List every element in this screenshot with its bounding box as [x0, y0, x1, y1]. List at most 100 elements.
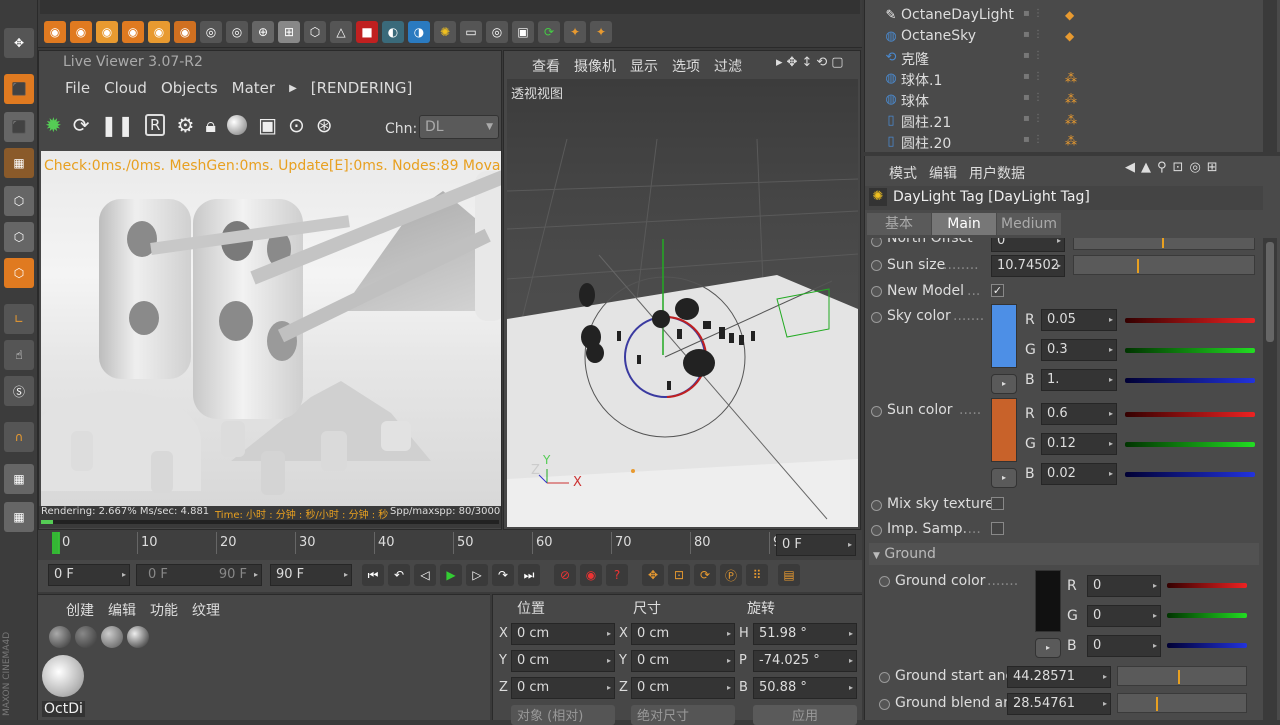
ground-color-expand-button[interactable]: ▸ — [1035, 638, 1061, 658]
pan-icon[interactable]: ✥ — [787, 55, 798, 70]
chn-select[interactable]: DL ▼ — [419, 115, 499, 139]
visibility-dots[interactable]: ▪ ⋮ — [1023, 29, 1053, 45]
object-row[interactable]: ✎ OctaneDayLight ▪ ⋮ ◆ — [869, 6, 1265, 27]
pos-y-field[interactable]: 0 cm — [511, 650, 615, 672]
target-icon[interactable]: ◎ — [486, 21, 508, 43]
back-arrow-icon[interactable]: ◀ — [1125, 160, 1135, 175]
visibility-dots[interactable]: ▪ ⋮ — [1023, 92, 1053, 108]
timeline-ruler[interactable]: 0102030405060708090 — [50, 532, 790, 556]
lock-attr-icon[interactable]: ⊡ — [1173, 160, 1184, 175]
imp-samp-checkbox[interactable] — [991, 522, 1004, 535]
mat-menu-create[interactable]: 创建 — [66, 600, 94, 620]
sky-color-swatch[interactable] — [991, 304, 1017, 368]
apply-button[interactable]: 应用 — [753, 705, 857, 725]
tab-medium[interactable]: Medium — [997, 213, 1061, 235]
record-key-icon[interactable]: ⊘ — [554, 564, 576, 586]
mix-sky-anim-dot[interactable] — [871, 500, 882, 511]
sphere-wire-icon[interactable]: ◎ — [200, 21, 222, 43]
tab-main[interactable]: Main — [932, 213, 996, 235]
sky-color-anim-dot[interactable] — [871, 312, 882, 323]
new-panel-icon[interactable]: ⊞ — [1207, 160, 1218, 175]
sky-b-bar[interactable] — [1125, 378, 1255, 383]
sky-g-field[interactable]: 0.3 — [1041, 339, 1117, 361]
prev-key-icon[interactable]: ↶ — [388, 564, 410, 586]
more-arrow-icon[interactable]: ▸ — [776, 55, 783, 70]
render-picture-icon[interactable]: ◉ — [148, 21, 170, 43]
ground-blend-field[interactable]: 28.54761 — [1007, 693, 1111, 715]
size-x-field[interactable]: 0 cm — [631, 623, 735, 645]
sun-r-bar[interactable] — [1125, 412, 1255, 417]
tag-icon[interactable]: ◆ — [1065, 8, 1074, 22]
region-render-icon[interactable]: R — [145, 114, 166, 136]
menu-mater[interactable]: Mater — [232, 79, 275, 97]
object-row[interactable]: ▯ 圆柱.21 ▪ ⋮ ⁂ — [869, 111, 1265, 132]
attr-menu-userdata[interactable]: 用户数据 — [969, 163, 1025, 183]
grid-icon[interactable]: ⊞ — [278, 21, 300, 43]
ground-b-bar[interactable] — [1167, 643, 1247, 648]
points-mode-icon[interactable]: ⬡ — [4, 186, 34, 216]
size-mode-select[interactable]: 绝对尺寸 — [631, 705, 735, 725]
pla-key-icon[interactable]: ⠿ — [746, 564, 768, 586]
maximize-view-icon[interactable]: ▢ — [831, 55, 843, 70]
rot-b-field[interactable]: 50.88 ° — [753, 677, 857, 699]
filter-mat-icon[interactable] — [101, 626, 123, 648]
globe-icon[interactable]: ◎ — [226, 21, 248, 43]
object-row[interactable]: ◍ 球体.1 ▪ ⋮ ⁂ — [869, 69, 1265, 90]
sun-size-anim-dot[interactable] — [871, 260, 882, 271]
keyframe-help-icon[interactable]: ? — [606, 564, 628, 586]
sky-r-field[interactable]: 0.05 — [1041, 309, 1117, 331]
sun-g-field[interactable]: 0.12 — [1041, 433, 1117, 455]
tab-basic[interactable]: 基本 — [867, 213, 931, 235]
sky-color-expand-button[interactable]: ▸ — [991, 374, 1017, 394]
ground-r-bar[interactable] — [1167, 583, 1247, 588]
mix-sky-checkbox[interactable] — [991, 497, 1004, 510]
filter-tex-icon[interactable] — [75, 626, 97, 648]
viewport-menu-display[interactable]: 显示 — [630, 56, 658, 76]
ground-b-field[interactable]: 0 — [1087, 635, 1161, 657]
sky-g-bar[interactable] — [1125, 348, 1255, 353]
lock-icon[interactable]: 🔒︎ — [205, 113, 216, 137]
ground-blend-anim-dot[interactable] — [879, 699, 890, 710]
sky-b-field[interactable]: 1. — [1041, 369, 1117, 391]
attr-menu-edit[interactable]: 编辑 — [929, 163, 957, 183]
edges-mode-icon[interactable]: ⬡ — [4, 222, 34, 252]
scale-key-icon[interactable]: ⊡ — [668, 564, 690, 586]
pick-material-icon[interactable]: ⊛ — [316, 113, 333, 137]
ground-start-anim-dot[interactable] — [879, 672, 890, 683]
attr-menu-mode[interactable]: 模式 — [889, 163, 917, 183]
tag-icon[interactable]: ⁂ — [1065, 134, 1077, 148]
menu-cloud[interactable]: Cloud — [104, 79, 147, 97]
render-view-icon[interactable]: ◉ — [96, 21, 118, 43]
mat-menu-edit[interactable]: 编辑 — [108, 600, 136, 620]
menu-objects[interactable]: Objects — [161, 79, 218, 97]
next-key-icon[interactable]: ↷ — [492, 564, 514, 586]
param-key-icon[interactable]: Ⓟ — [720, 564, 742, 586]
workplane-icon[interactable]: ▦ — [4, 148, 34, 178]
rot-h-field[interactable]: 51.98 ° — [753, 623, 857, 645]
rotate-view-icon[interactable]: ⟲ — [816, 55, 827, 70]
attr-scrollbar[interactable] — [1263, 238, 1277, 720]
half-circle-icon[interactable]: ◐ — [382, 21, 404, 43]
undo-icon[interactable]: ◉ — [44, 21, 66, 43]
visibility-dots[interactable]: ▪ ⋮ — [1023, 8, 1053, 24]
menu-more-icon[interactable]: ▶ — [289, 83, 297, 94]
material-name[interactable]: OctDi — [42, 701, 85, 717]
viewport-menu-camera[interactable]: 摄像机 — [574, 56, 616, 76]
pos-z-field[interactable]: 0 cm — [511, 677, 615, 699]
render-settings-icon[interactable]: ◉ — [122, 21, 144, 43]
viewport-menu-view[interactable]: 查看 — [532, 56, 560, 76]
filter-shader-icon[interactable] — [127, 626, 149, 648]
material-gold-icon[interactable]: ✦ — [590, 21, 612, 43]
ground-section-header[interactable]: ▼ Ground — [869, 543, 1259, 565]
tag-icon[interactable]: ⁂ — [1065, 113, 1077, 127]
rot-p-field[interactable]: -74.025 ° — [753, 650, 857, 672]
visibility-dots[interactable]: ▪ ⋮ — [1023, 113, 1053, 129]
model-mode-icon[interactable]: ⬛ — [4, 74, 34, 104]
visibility-dots[interactable]: ▪ ⋮ — [1023, 134, 1053, 150]
tag-icon[interactable]: ⁂ — [1065, 71, 1077, 85]
go-start-icon[interactable]: ⏮ — [362, 564, 384, 586]
record-icon[interactable]: ■ — [356, 21, 378, 43]
material-ball-icon[interactable] — [227, 115, 248, 135]
ground-color-swatch[interactable] — [1035, 570, 1061, 632]
sun-icon[interactable]: ✺ — [434, 21, 456, 43]
